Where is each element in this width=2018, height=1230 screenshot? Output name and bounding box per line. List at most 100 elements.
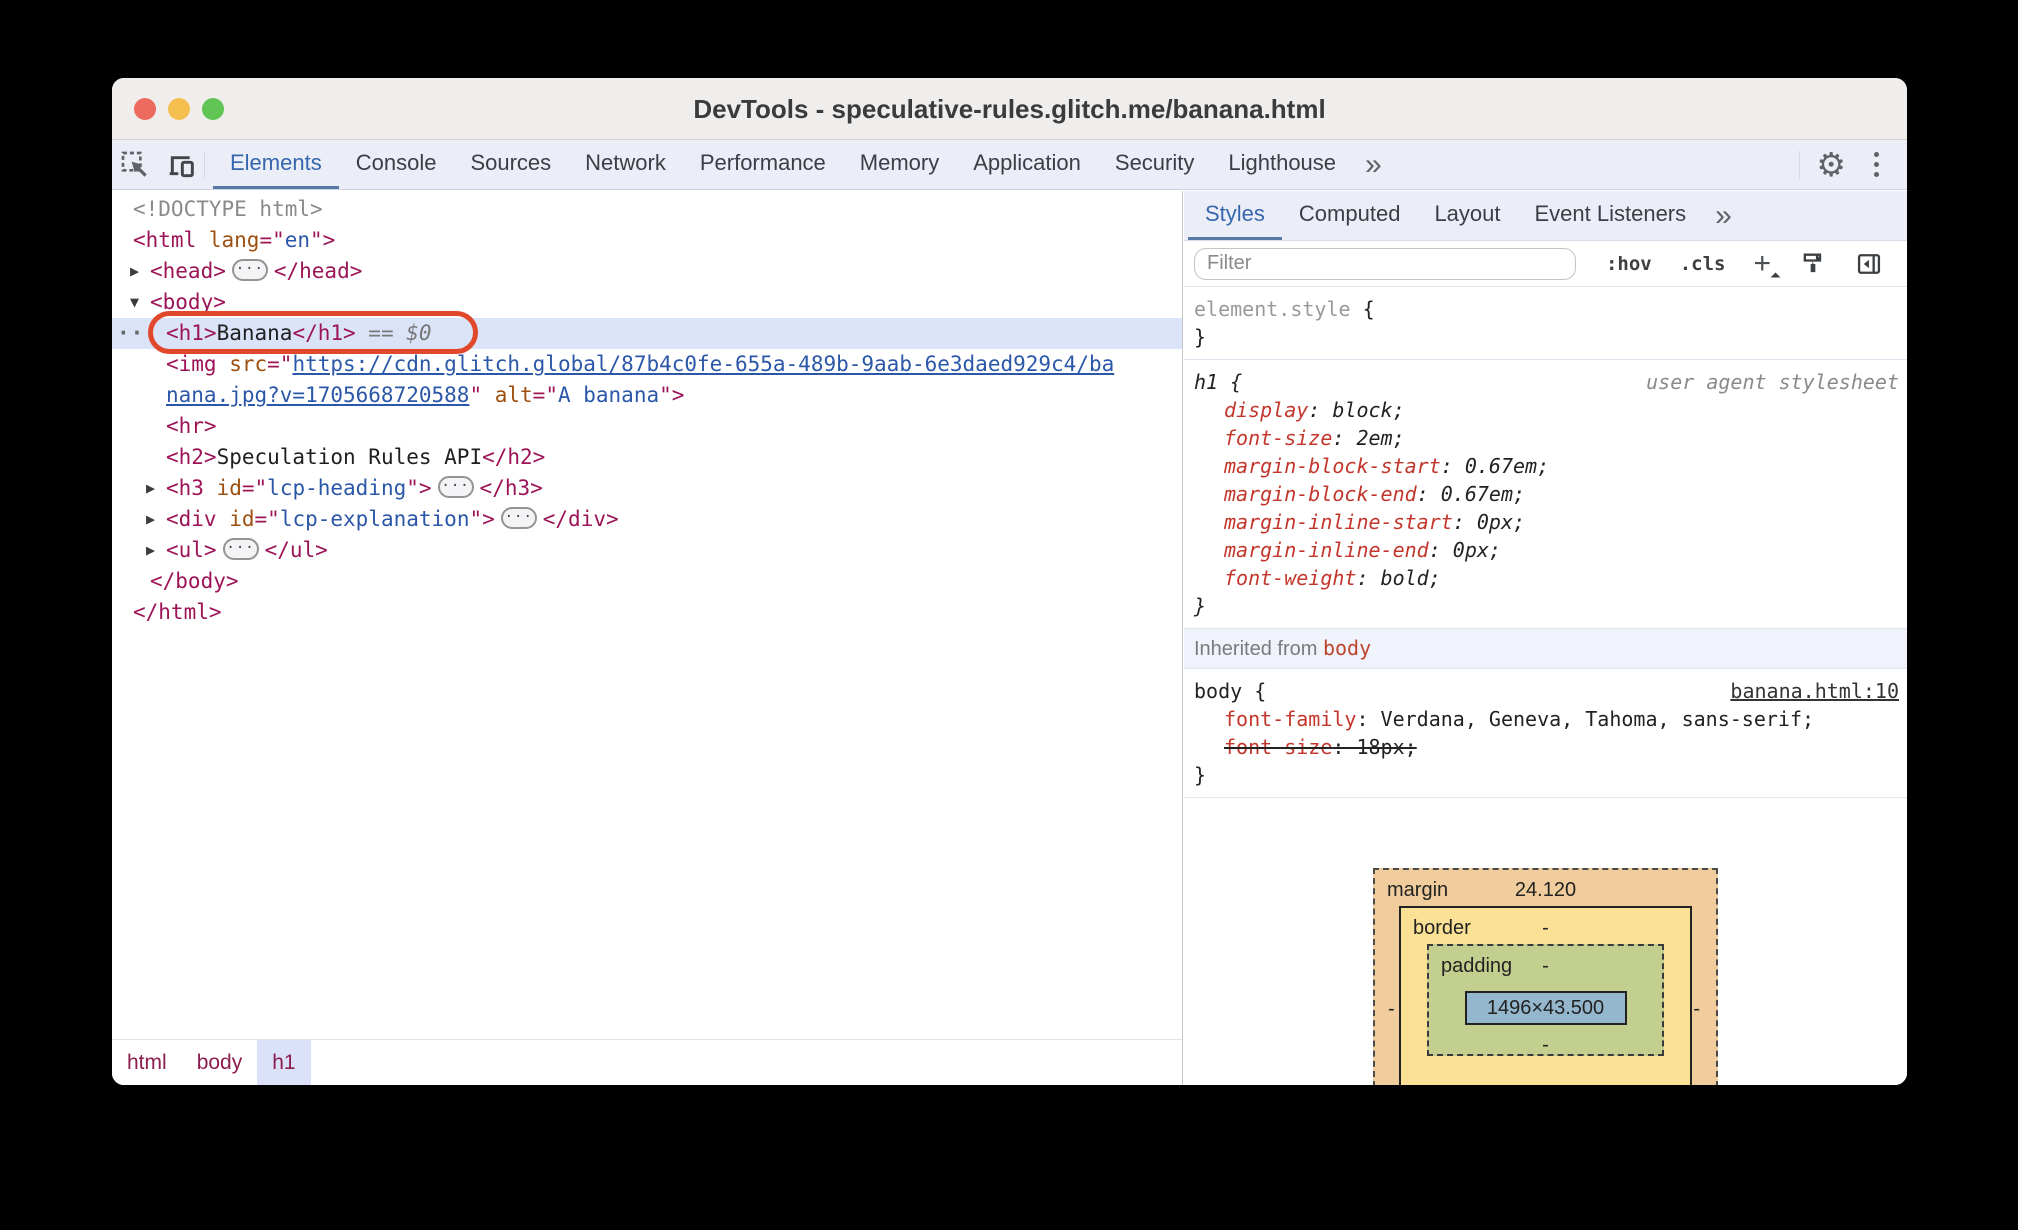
dom-tree-row[interactable]: <hr> bbox=[112, 411, 1182, 442]
settings-gear-icon[interactable]: ⚙ bbox=[1800, 148, 1862, 181]
box-model-padding[interactable]: padding - - 1496×43.500 bbox=[1427, 944, 1664, 1056]
breadcrumb-item-body[interactable]: body bbox=[182, 1040, 258, 1085]
css-declaration[interactable]: font-size: 2em; bbox=[1194, 424, 1897, 452]
tab-security[interactable]: Security bbox=[1098, 140, 1211, 189]
css-property-value[interactable]: 0px bbox=[1477, 510, 1513, 534]
sidebar-tab-styles[interactable]: Styles bbox=[1188, 191, 1282, 240]
css-property-value[interactable]: bold bbox=[1381, 566, 1429, 590]
css-property-name[interactable]: font-size bbox=[1224, 735, 1332, 759]
device-toolbar-button[interactable] bbox=[158, 140, 204, 189]
css-property-name[interactable]: margin-block-start bbox=[1224, 454, 1441, 478]
dom-tree-row[interactable]: ▶ <h3 id="lcp-heading"> ··· </h3> bbox=[112, 473, 1182, 504]
tab-memory[interactable]: Memory bbox=[843, 140, 956, 189]
css-property-name[interactable]: margin-inline-end bbox=[1224, 538, 1429, 562]
css-declaration[interactable]: margin-inline-start: 0px; bbox=[1194, 508, 1897, 536]
sidebar-tab-layout[interactable]: Layout bbox=[1417, 191, 1517, 240]
styles-filter-input[interactable] bbox=[1194, 247, 1576, 280]
dom-tree-row[interactable]: ▶ <ul> ··· </ul> bbox=[112, 535, 1182, 566]
sidebar-more-tabs-button[interactable]: » bbox=[1703, 191, 1744, 240]
css-declaration[interactable]: margin-inline-end: 0px; bbox=[1194, 536, 1897, 564]
selector[interactable]: body { bbox=[1194, 679, 1266, 703]
dom-tree-row[interactable]: </body> bbox=[112, 566, 1182, 597]
toggle-pseudo-states-button[interactable]: :hov bbox=[1606, 253, 1652, 275]
sidebar-tab-computed[interactable]: Computed bbox=[1282, 191, 1418, 240]
expand-ellipsis-button[interactable]: ··· bbox=[437, 476, 474, 498]
css-property-name[interactable]: font-family bbox=[1224, 707, 1356, 731]
css-declaration[interactable]: display: block; bbox=[1194, 396, 1897, 424]
disclosure-arrow-icon[interactable]: ▶ bbox=[130, 256, 139, 287]
css-property-value[interactable]: 2em bbox=[1356, 426, 1392, 450]
margin-top-value[interactable]: 24.120 bbox=[1515, 876, 1576, 904]
body-rule[interactable]: body { banana.html:10 font-family: Verda… bbox=[1184, 669, 1907, 798]
margin-right-value[interactable]: - bbox=[1693, 995, 1700, 1023]
selector[interactable]: h1 { bbox=[1194, 370, 1242, 394]
box-model-border[interactable]: border - - padding - - 1496×43.500 bbox=[1399, 906, 1692, 1085]
css-declaration[interactable]: font-family: Verdana, Geneva, Tahoma, sa… bbox=[1194, 705, 1897, 733]
css-declaration[interactable]: margin-block-end: 0.67em; bbox=[1194, 480, 1897, 508]
disclosure-arrow-icon[interactable]: ▶ bbox=[146, 504, 155, 535]
tab-lighthouse[interactable]: Lighthouse bbox=[1211, 140, 1353, 189]
css-property-name[interactable]: margin-block-end bbox=[1224, 482, 1417, 506]
expand-ellipsis-button[interactable]: ··· bbox=[222, 538, 259, 560]
tab-network[interactable]: Network bbox=[568, 140, 683, 189]
css-property-value[interactable]: 0.67em bbox=[1441, 482, 1513, 506]
selector[interactable]: element.style bbox=[1194, 297, 1351, 321]
new-style-rule-button[interactable]: + bbox=[1753, 248, 1781, 282]
kebab-menu-icon[interactable] bbox=[1862, 152, 1891, 177]
h1-rule[interactable]: h1 { user agent stylesheet display: bloc… bbox=[1184, 360, 1907, 629]
toggle-classes-button[interactable]: .cls bbox=[1680, 253, 1726, 275]
paint-brush-icon[interactable] bbox=[1799, 250, 1827, 278]
dom-tree-row[interactable]: ▶ <head> ··· </head> bbox=[112, 256, 1182, 287]
tab-sources[interactable]: Sources bbox=[453, 140, 568, 189]
css-declaration[interactable]: font-size: 18px; bbox=[1194, 733, 1897, 761]
css-property-value[interactable]: Verdana, Geneva, Tahoma, sans-serif bbox=[1381, 707, 1802, 731]
margin-left-value[interactable]: - bbox=[1388, 995, 1395, 1023]
more-tabs-button[interactable]: » bbox=[1353, 140, 1394, 189]
inspect-element-button[interactable] bbox=[112, 140, 158, 189]
css-property-name[interactable]: font-size bbox=[1224, 426, 1332, 450]
dom-token: =" bbox=[267, 352, 293, 376]
tab-console[interactable]: Console bbox=[339, 140, 454, 189]
dom-tree-row[interactable]: <!DOCTYPE html> bbox=[112, 194, 1182, 225]
inherited-node-link[interactable]: body bbox=[1323, 636, 1371, 660]
box-model-content[interactable]: 1496×43.500 bbox=[1464, 991, 1627, 1025]
padding-bottom-value[interactable]: - bbox=[1542, 1031, 1549, 1059]
css-property-name[interactable]: font-weight bbox=[1224, 566, 1356, 590]
tab-elements[interactable]: Elements bbox=[213, 140, 339, 189]
padding-top-value[interactable]: - bbox=[1542, 952, 1549, 980]
css-property-value[interactable]: block bbox=[1332, 398, 1392, 422]
breadcrumb-item-h1[interactable]: h1 bbox=[257, 1040, 311, 1085]
row-actions-dots[interactable]: ··· bbox=[117, 318, 158, 349]
stylesheet-source-link[interactable]: banana.html:10 bbox=[1730, 677, 1899, 705]
dom-tree-row[interactable]: ▶ <div id="lcp-explanation"> ··· </div> bbox=[112, 504, 1182, 535]
dom-tree-row[interactable]: ▼ <body> bbox=[112, 287, 1182, 318]
disclosure-arrow-icon[interactable]: ▼ bbox=[130, 287, 139, 318]
dom-tree-row[interactable]: nana.jpg?v=1705668720588" alt="A banana"… bbox=[112, 380, 1182, 411]
breadcrumb-item-html[interactable]: html bbox=[112, 1040, 182, 1085]
css-property-name[interactable]: display bbox=[1224, 398, 1308, 422]
css-declaration[interactable]: margin-block-start: 0.67em; bbox=[1194, 452, 1897, 480]
css-property-value[interactable]: 0px bbox=[1453, 538, 1489, 562]
disclosure-arrow-icon[interactable]: ▶ bbox=[146, 535, 155, 566]
toggle-sidebar-icon[interactable] bbox=[1855, 250, 1883, 278]
attribute-link[interactable]: https://cdn.glitch.global/87b4c0fe-655a-… bbox=[292, 352, 1114, 376]
tab-performance[interactable]: Performance bbox=[683, 140, 843, 189]
attribute-link[interactable]: nana.jpg?v=1705668720588 bbox=[166, 383, 469, 407]
box-model-margin[interactable]: margin 24.120 - - - - - - border - - bbox=[1373, 868, 1718, 1085]
border-top-value[interactable]: - bbox=[1542, 914, 1549, 942]
css-property-name[interactable]: margin-inline-start bbox=[1224, 510, 1453, 534]
expand-ellipsis-button[interactable]: ··· bbox=[500, 507, 537, 529]
dom-tree-row[interactable]: <h2>Speculation Rules API</h2> bbox=[112, 442, 1182, 473]
dom-tree-row[interactable]: <html lang="en"> bbox=[112, 225, 1182, 256]
expand-ellipsis-button[interactable]: ··· bbox=[231, 259, 268, 281]
element-style-rule[interactable]: element.style { } bbox=[1184, 287, 1907, 360]
disclosure-arrow-icon[interactable]: ▶ bbox=[146, 473, 155, 504]
sidebar-tab-event-listeners[interactable]: Event Listeners bbox=[1518, 191, 1704, 240]
css-declaration[interactable]: font-weight: bold; bbox=[1194, 564, 1897, 592]
dom-tree-row[interactable]: ··· <h1>Banana</h1> == $0 bbox=[112, 311, 1182, 354]
css-property-value[interactable]: 18px bbox=[1356, 735, 1404, 759]
css-property-value[interactable]: 0.67em bbox=[1465, 454, 1537, 478]
tab-application[interactable]: Application bbox=[956, 140, 1098, 189]
dom-tree-row[interactable]: <img src="https://cdn.glitch.global/87b4… bbox=[112, 349, 1182, 380]
dom-tree-row[interactable]: </html> bbox=[112, 597, 1182, 628]
